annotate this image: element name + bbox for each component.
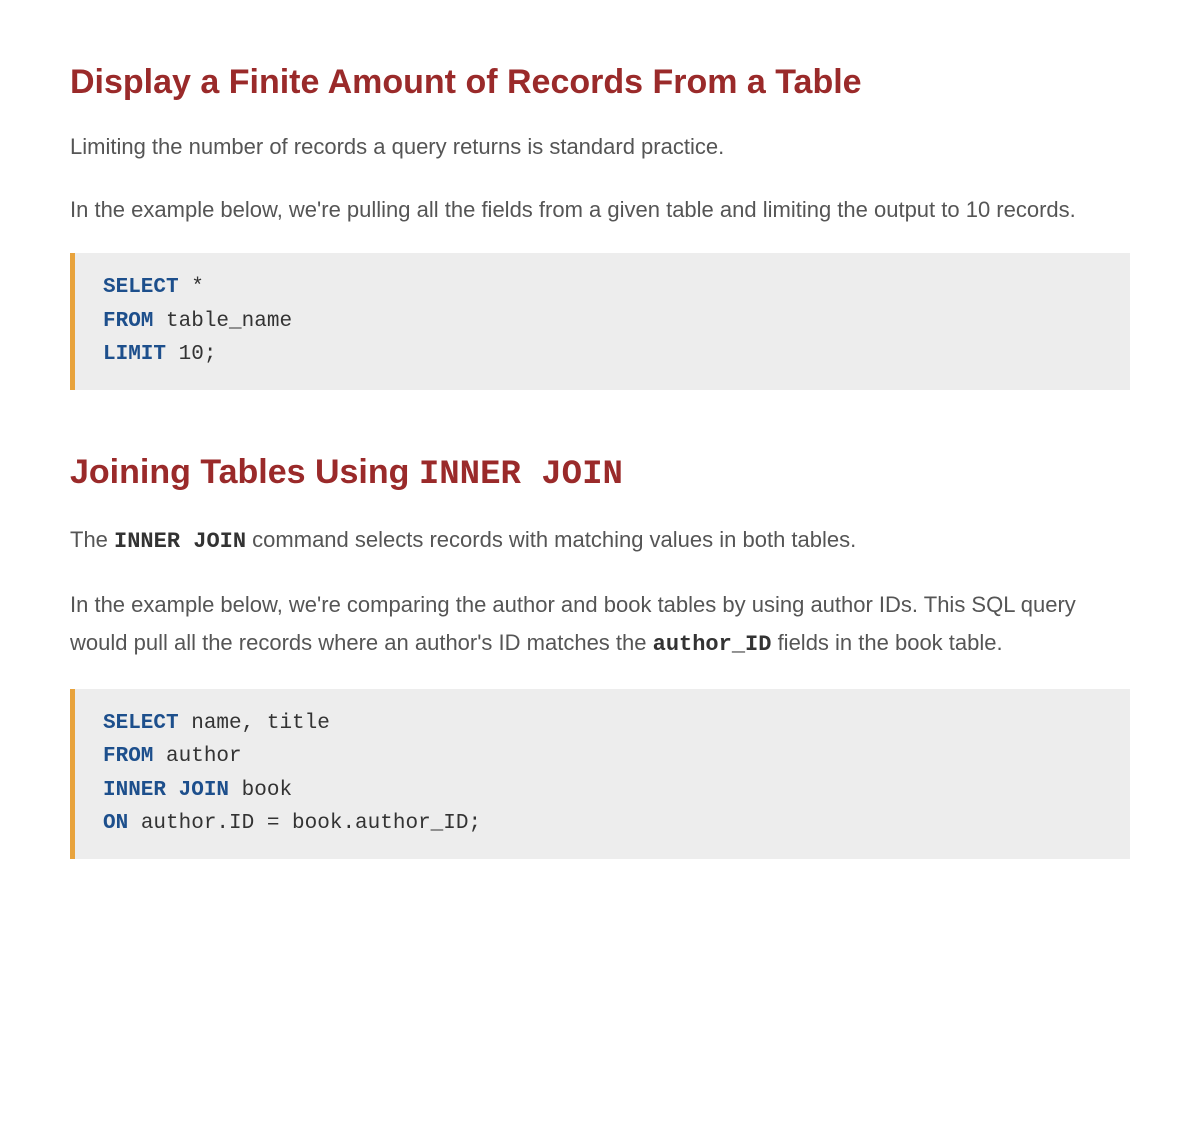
paragraph-join-example: In the example below, we're comparing th… xyxy=(70,586,1130,665)
code-text: * xyxy=(179,276,204,299)
sql-keyword-inner-join: INNER JOIN xyxy=(103,779,229,802)
sql-keyword-from: FROM xyxy=(103,310,153,333)
code-text: author xyxy=(153,745,241,768)
code-line: ON author.ID = book.author_ID; xyxy=(103,807,1102,841)
code-text: table_name xyxy=(153,310,292,333)
code-line: SELECT * xyxy=(103,271,1102,305)
paragraph-join-intro: The INNER JOIN command selects records w… xyxy=(70,521,1130,562)
code-text: name, title xyxy=(179,712,330,735)
paragraph-limit-example: In the example below, we're pulling all … xyxy=(70,191,1130,230)
code-line: SELECT name, title xyxy=(103,707,1102,741)
sql-keyword-select: SELECT xyxy=(103,712,179,735)
code-line: FROM author xyxy=(103,740,1102,774)
paragraph-text: fields in the book table. xyxy=(771,630,1002,655)
inline-code: author_ID xyxy=(653,632,772,657)
code-block-join: SELECT name, title FROM author INNER JOI… xyxy=(70,689,1130,859)
code-line: FROM table_name xyxy=(103,305,1102,339)
paragraph-limit-intro: Limiting the number of records a query r… xyxy=(70,128,1130,167)
code-line: LIMIT 10; xyxy=(103,338,1102,372)
sql-keyword-from: FROM xyxy=(103,745,153,768)
heading-mono: INNER JOIN xyxy=(419,456,623,494)
heading-limit-records: Display a Finite Amount of Records From … xyxy=(70,60,1130,104)
code-text: author.ID = book.author_ID; xyxy=(128,812,481,835)
section-inner-join: Joining Tables Using INNER JOIN The INNE… xyxy=(70,450,1130,859)
sql-keyword-limit: LIMIT xyxy=(103,343,166,366)
sql-keyword-select: SELECT xyxy=(103,276,179,299)
code-block-limit: SELECT * FROM table_name LIMIT 10; xyxy=(70,253,1130,390)
code-text: 10; xyxy=(166,343,216,366)
inline-code: INNER JOIN xyxy=(114,529,246,554)
heading-inner-join: Joining Tables Using INNER JOIN xyxy=(70,450,1130,497)
code-text: book xyxy=(229,779,292,802)
paragraph-text: The xyxy=(70,527,114,552)
paragraph-text: command selects records with matching va… xyxy=(246,527,856,552)
sql-keyword-on: ON xyxy=(103,812,128,835)
heading-text: Joining Tables Using xyxy=(70,453,419,491)
code-line: INNER JOIN book xyxy=(103,774,1102,808)
section-limit-records: Display a Finite Amount of Records From … xyxy=(70,60,1130,390)
